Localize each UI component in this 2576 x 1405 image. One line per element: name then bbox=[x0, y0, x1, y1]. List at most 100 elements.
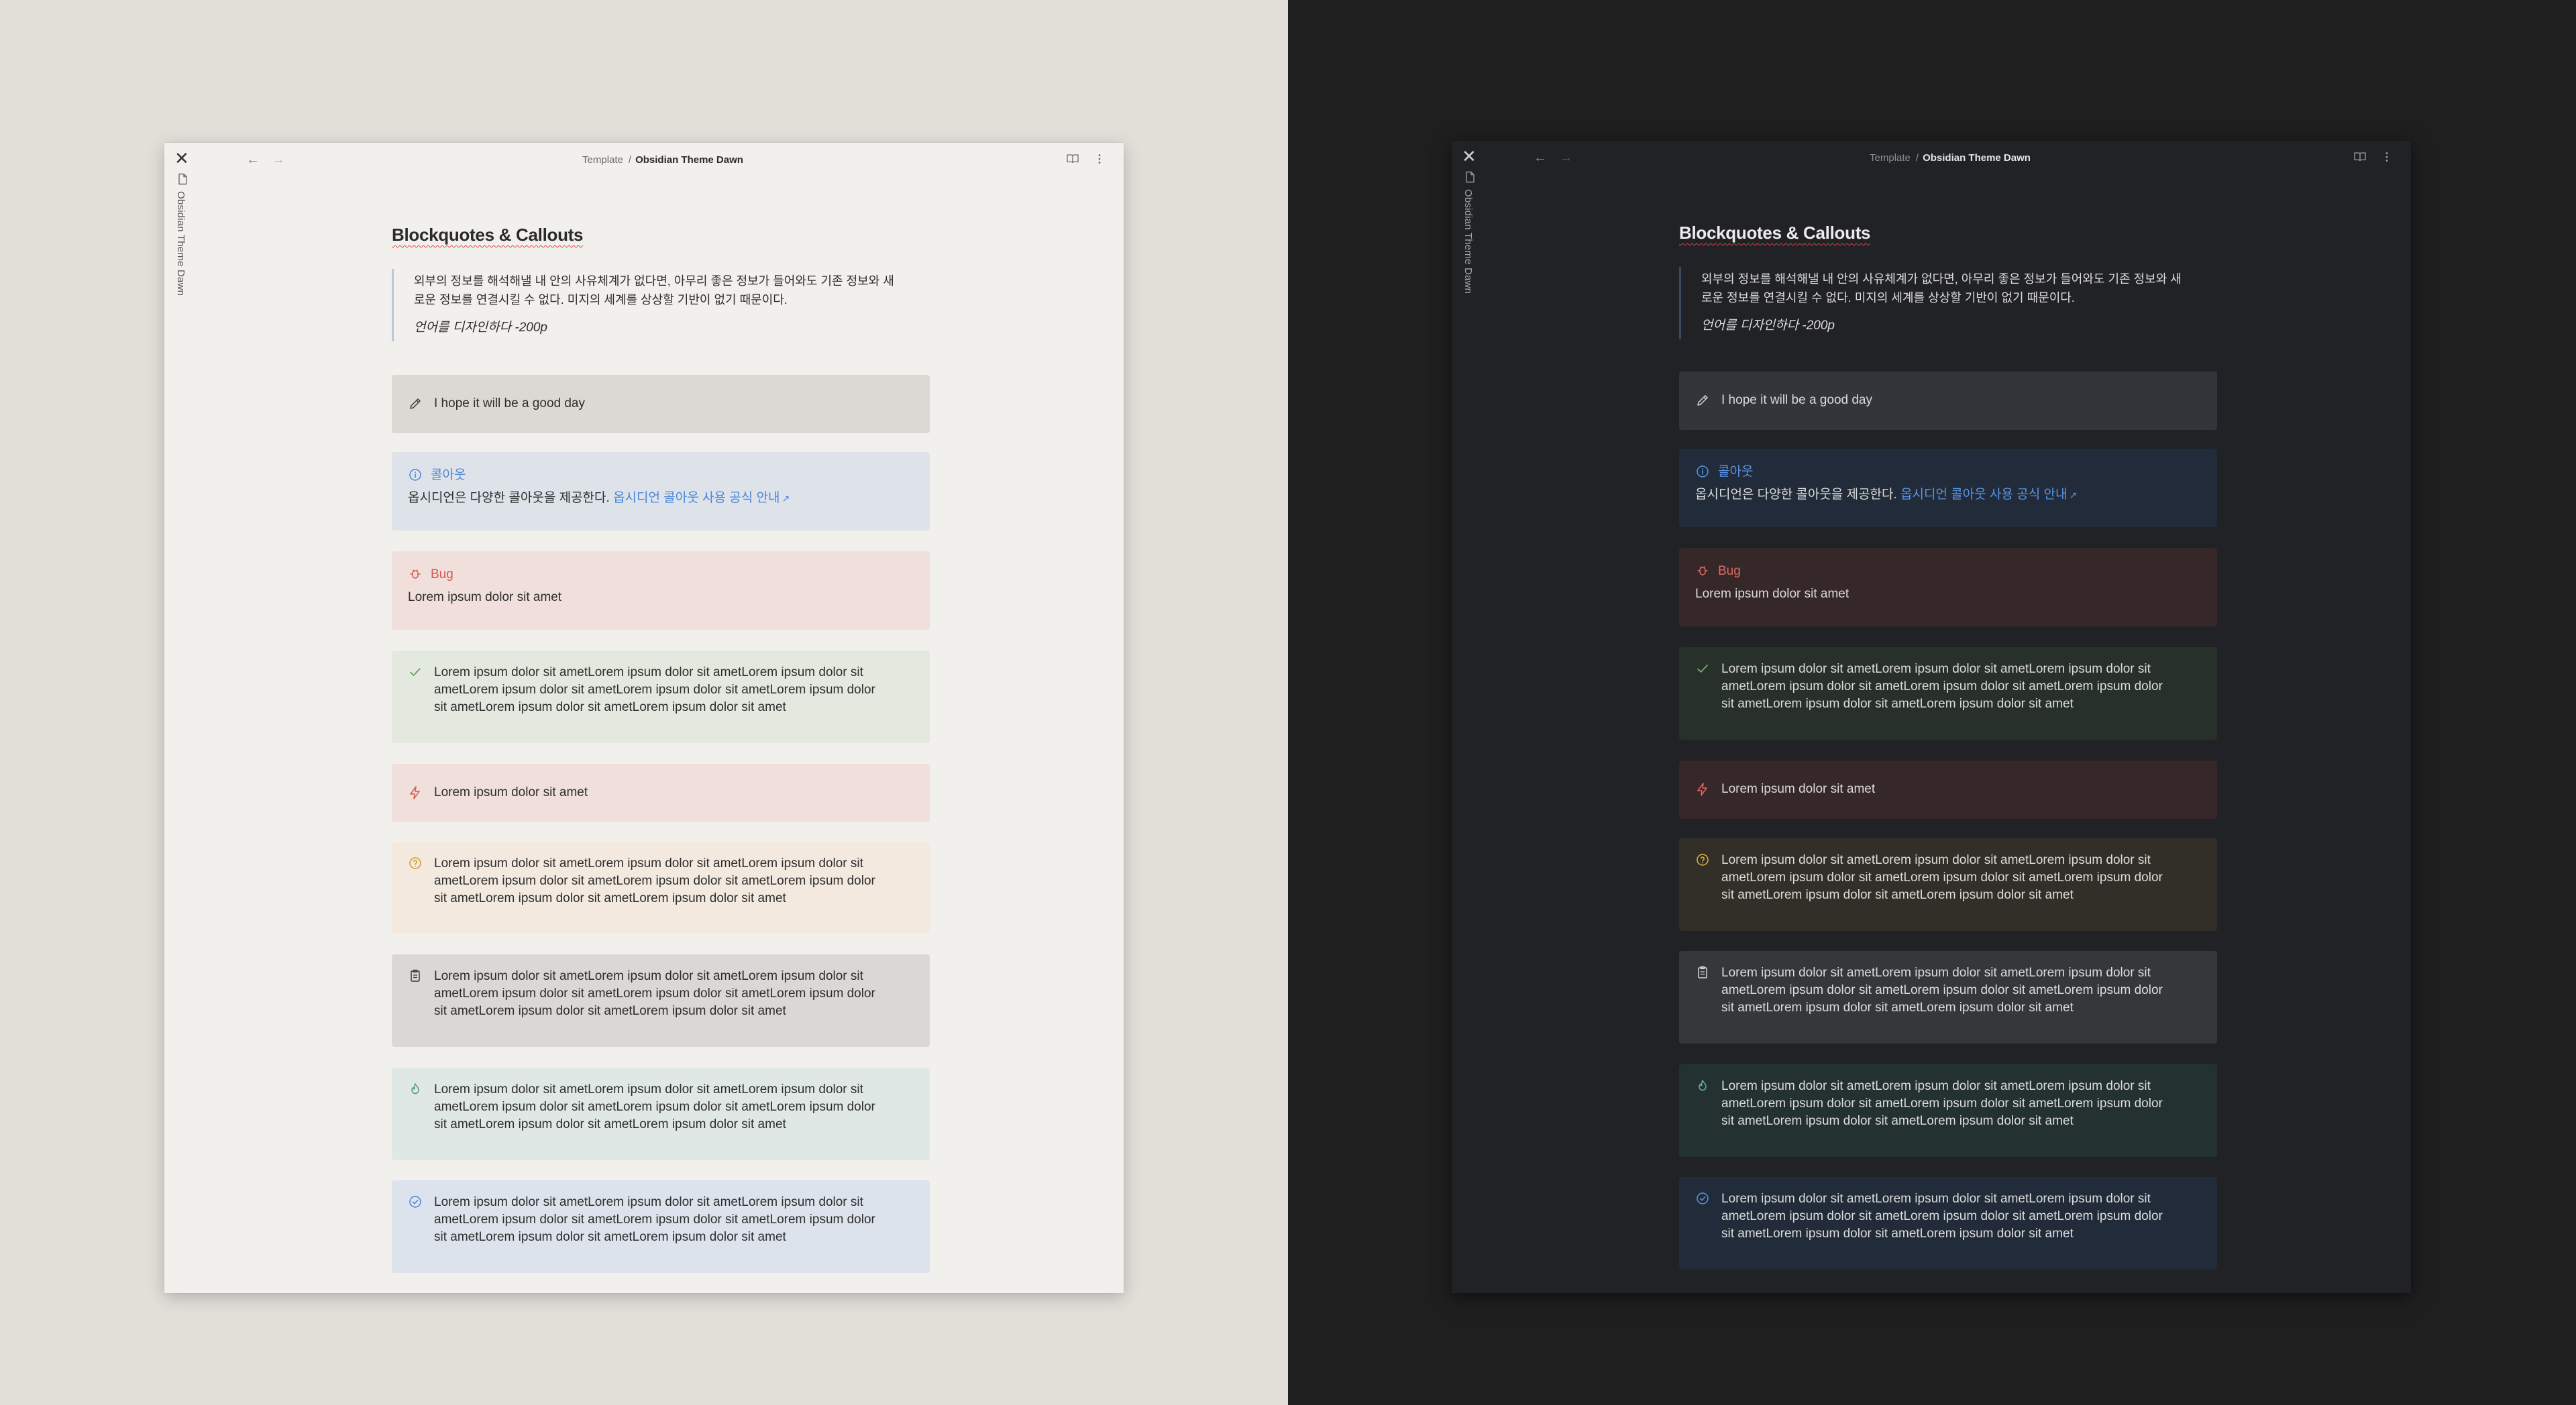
callout-text: Lorem ipsum dolor sit ametLorem ipsum do… bbox=[434, 1194, 904, 1246]
callout-text: Lorem ipsum dolor sit ametLorem ipsum do… bbox=[434, 1081, 904, 1133]
callout-line: ametLorem ipsum dolor sit ametLorem ipsu… bbox=[434, 683, 875, 697]
blockquote-line: 외부의 정보를 해석해낼 내 안의 사유체계가 없다면, 아무리 좋은 정보가 … bbox=[1701, 272, 2182, 286]
sidebar-note-title[interactable]: Obsidian Theme Dawn bbox=[1462, 189, 1474, 294]
callout-line: ametLorem ipsum dolor sit ametLorem ipsu… bbox=[1721, 870, 2163, 885]
callout-question: Lorem ipsum dolor sit ametLorem ipsum do… bbox=[1679, 838, 2217, 931]
callout-tip: Lorem ipsum dolor sit ametLorem ipsum do… bbox=[392, 1068, 930, 1160]
callout-body: 옵시디언은 다양한 콜아웃을 제공한다. 옵시디언 콜아웃 사용 공식 안내 ↗ bbox=[1695, 486, 2201, 504]
external-link[interactable]: 옵시디언 콜아웃 사용 공식 안내 bbox=[613, 491, 780, 505]
callout-info: 콜아웃 옵시디언은 다양한 콜아웃을 제공한다. 옵시디언 콜아웃 사용 공식 … bbox=[392, 452, 930, 530]
callout-abstract: Lorem ipsum dolor sit ametLorem ipsum do… bbox=[1679, 951, 2217, 1044]
callout-info: 콜아웃 옵시디언은 다양한 콜아웃을 제공한다. 옵시디언 콜아웃 사용 공식 … bbox=[1679, 449, 2217, 527]
callout-line: Lorem ipsum dolor sit ametLorem ipsum do… bbox=[1721, 1192, 2151, 1206]
callout-text: Lorem ipsum dolor sit ametLorem ipsum do… bbox=[1721, 964, 2192, 1017]
callout-body: Lorem ipsum dolor sit amet bbox=[408, 590, 562, 604]
callout-bug: Bug Lorem ipsum dolor sit amet bbox=[1679, 548, 2217, 626]
callout-line: sit ametLorem ipsum dolor sit ametLorem … bbox=[434, 891, 786, 905]
breadcrumb: Template / Obsidian Theme Dawn bbox=[202, 154, 1124, 167]
zap-icon bbox=[1697, 783, 1707, 796]
reading-view-icon[interactable] bbox=[1066, 152, 1079, 166]
callout-question: Lorem ipsum dolor sit ametLorem ipsum do… bbox=[392, 842, 930, 934]
callout-line: Lorem ipsum dolor sit ametLorem ipsum do… bbox=[434, 665, 863, 679]
callout-line: ametLorem ipsum dolor sit ametLorem ipsu… bbox=[1721, 679, 2163, 693]
external-link-icon: ↗ bbox=[2069, 490, 2078, 500]
help-circle-icon bbox=[1697, 854, 1709, 866]
left-ribbon: ✕ Obsidian Theme Dawn bbox=[164, 143, 202, 1293]
callout-line: ametLorem ipsum dolor sit ametLorem ipsu… bbox=[1721, 1209, 2163, 1223]
zap-icon bbox=[410, 786, 420, 799]
obsidian-window-light: ✕ Obsidian Theme Dawn ← → Template / Obsid… bbox=[164, 143, 1124, 1293]
callout-title: 콜아웃 bbox=[431, 468, 466, 482]
callout-success: Lorem ipsum dolor sit ametLorem ipsum do… bbox=[1679, 647, 2217, 740]
left-ribbon: ✕ Obsidian Theme Dawn bbox=[1452, 141, 1489, 1293]
view-header: ← → Template / Obsidian Theme Dawn bbox=[202, 143, 1124, 179]
callout-line: ametLorem ipsum dolor sit ametLorem ipsu… bbox=[434, 987, 875, 1001]
callout-danger: Lorem ipsum dolor sit amet bbox=[392, 764, 930, 822]
light-theme-panel: ✕ Obsidian Theme Dawn ← → Template / Obsid… bbox=[0, 0, 1288, 1405]
callout-text: Lorem ipsum dolor sit ametLorem ipsum do… bbox=[434, 664, 904, 716]
breadcrumb-current[interactable]: Obsidian Theme Dawn bbox=[1923, 152, 2031, 164]
callout-line: sit ametLorem ipsum dolor sit ametLorem … bbox=[434, 1230, 786, 1244]
callout-title: 콜아웃 bbox=[1718, 465, 1754, 479]
callout-tip: Lorem ipsum dolor sit ametLorem ipsum do… bbox=[1679, 1064, 2217, 1157]
breadcrumb: Template / Obsidian Theme Dawn bbox=[1489, 152, 2411, 165]
callout-done: Lorem ipsum dolor sit ametLorem ipsum do… bbox=[1679, 1177, 2217, 1270]
callout-text: Lorem ipsum dolor sit ametLorem ipsum do… bbox=[1721, 661, 2192, 713]
breadcrumb-separator: / bbox=[628, 154, 632, 166]
breadcrumb-separator: / bbox=[1915, 152, 1919, 164]
callout-line: sit ametLorem ipsum dolor sit ametLorem … bbox=[434, 1004, 786, 1018]
callout-line: Lorem ipsum dolor sit ametLorem ipsum do… bbox=[434, 969, 863, 983]
breadcrumb-parent[interactable]: Template bbox=[582, 154, 623, 166]
dark-theme-panel: ✕ Obsidian Theme Dawn ← → Template / Obsid… bbox=[1288, 0, 2576, 1405]
more-options-icon[interactable] bbox=[2380, 150, 2394, 164]
sidebar-note-title[interactable]: Obsidian Theme Dawn bbox=[175, 191, 186, 296]
callout-line: sit ametLorem ipsum dolor sit ametLorem … bbox=[434, 700, 786, 714]
blockquote-citation: 언어를 디자인하다 -200p bbox=[1701, 319, 1835, 333]
callout-text: Lorem ipsum dolor sit ametLorem ipsum do… bbox=[1721, 1190, 2192, 1243]
close-icon[interactable]: ✕ bbox=[174, 150, 189, 167]
callout-line: ametLorem ipsum dolor sit ametLorem ipsu… bbox=[434, 1100, 875, 1114]
page-title: Blockquotes & Callouts bbox=[1679, 223, 1871, 243]
callout-note: I hope it will be a good day bbox=[392, 375, 930, 433]
external-link[interactable]: 옵시디언 콜아웃 사용 공식 안내 bbox=[1900, 488, 2067, 502]
more-options-icon[interactable] bbox=[1093, 152, 1106, 166]
callout-title: Bug bbox=[431, 567, 453, 581]
callout-line: sit ametLorem ipsum dolor sit ametLorem … bbox=[434, 1117, 786, 1131]
view-actions bbox=[1066, 152, 1106, 166]
callout-text: I hope it will be a good day bbox=[434, 396, 585, 410]
callout-line: Lorem ipsum dolor sit ametLorem ipsum do… bbox=[434, 1195, 863, 1209]
bug-icon bbox=[410, 569, 421, 579]
reading-view-icon[interactable] bbox=[2353, 150, 2367, 164]
callout-abstract: Lorem ipsum dolor sit ametLorem ipsum do… bbox=[392, 954, 930, 1047]
breadcrumb-parent[interactable]: Template bbox=[1870, 152, 1911, 164]
flame-icon bbox=[411, 1083, 419, 1094]
callout-success: Lorem ipsum dolor sit ametLorem ipsum do… bbox=[392, 651, 930, 743]
callout-bug: Bug Lorem ipsum dolor sit amet bbox=[392, 551, 930, 630]
callout-line: ametLorem ipsum dolor sit ametLorem ipsu… bbox=[1721, 983, 2163, 997]
help-circle-icon bbox=[409, 857, 421, 869]
file-icon[interactable] bbox=[176, 172, 189, 186]
callout-text: Lorem ipsum dolor sit ametLorem ipsum do… bbox=[1721, 852, 2192, 904]
breadcrumb-current[interactable]: Obsidian Theme Dawn bbox=[635, 154, 743, 166]
flame-icon bbox=[1699, 1080, 1707, 1091]
callout-text: Lorem ipsum dolor sit ametLorem ipsum do… bbox=[1721, 1078, 2192, 1130]
callout-line: ametLorem ipsum dolor sit ametLorem ipsu… bbox=[434, 1213, 875, 1227]
external-link-icon: ↗ bbox=[782, 493, 790, 504]
file-icon[interactable] bbox=[1463, 170, 1477, 184]
clipboard-icon bbox=[1698, 966, 1707, 978]
callout-body-text: 옵시디언은 다양한 콜아웃을 제공한다. bbox=[408, 491, 610, 505]
callout-body: 옵시디언은 다양한 콜아웃을 제공한다. 옵시디언 콜아웃 사용 공식 안내 ↗ bbox=[408, 490, 914, 507]
blockquote: 외부의 정보를 해석해낼 내 안의 사유체계가 없다면, 아무리 좋은 정보가 … bbox=[392, 269, 937, 341]
callout-line: sit ametLorem ipsum dolor sit ametLorem … bbox=[1721, 697, 2074, 711]
callout-title: Bug bbox=[1718, 564, 1741, 578]
view-actions bbox=[2353, 150, 2394, 164]
callout-line: sit ametLorem ipsum dolor sit ametLorem … bbox=[1721, 1227, 2074, 1241]
callout-done: Lorem ipsum dolor sit ametLorem ipsum do… bbox=[392, 1180, 930, 1273]
obsidian-window-dark: ✕ Obsidian Theme Dawn ← → Template / Obsid… bbox=[1452, 141, 2411, 1293]
info-circle-icon bbox=[1697, 465, 1709, 477]
callout-line: sit ametLorem ipsum dolor sit ametLorem … bbox=[1721, 888, 2074, 902]
callout-line: ametLorem ipsum dolor sit ametLorem ipsu… bbox=[1721, 1097, 2163, 1111]
close-icon[interactable]: ✕ bbox=[1462, 148, 1477, 165]
callout-line: Lorem ipsum dolor sit ametLorem ipsum do… bbox=[1721, 853, 2151, 867]
page-title: Blockquotes & Callouts bbox=[392, 225, 584, 245]
